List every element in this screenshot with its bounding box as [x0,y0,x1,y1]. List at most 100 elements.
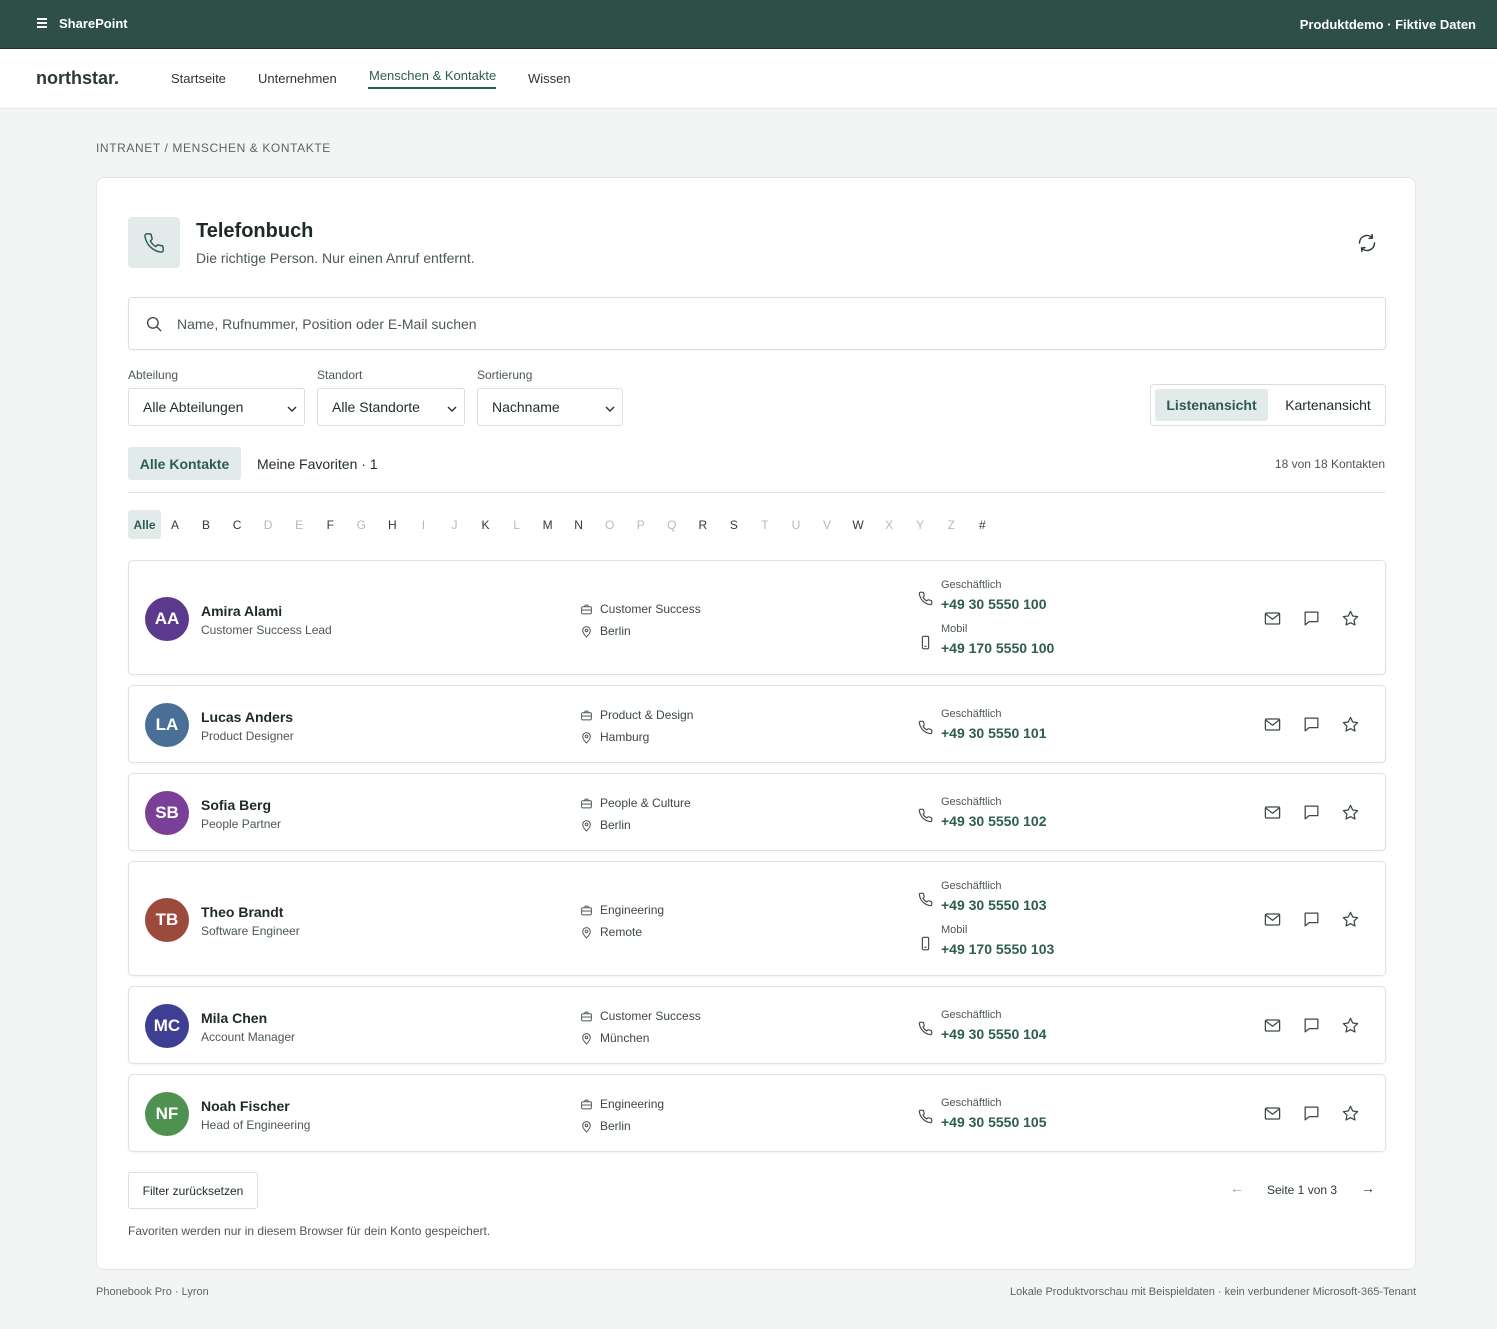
favorite-button[interactable] [1341,715,1361,735]
contact-name[interactable]: Theo Brandt [201,904,283,920]
alphabet-letter[interactable]: F [316,510,344,539]
alphabet-letter[interactable]: W [844,510,872,539]
chat-button[interactable] [1302,1104,1322,1124]
alphabet-letter: J [451,518,458,532]
alphabet-letter[interactable]: R [689,510,717,539]
chat-icon [1302,805,1321,826]
business-phone-label: Geschäftlich [941,880,1002,892]
alphabet-letter[interactable]: C [223,510,251,539]
site-logo[interactable]: northstar. [36,68,119,89]
favorite-button[interactable] [1341,609,1361,629]
favorite-button[interactable] [1341,1104,1361,1124]
alphabet-letter[interactable]: A [161,510,189,539]
business-phone[interactable]: Geschäftlich +49 30 5550 100 [918,579,1118,619]
alphabet-letter[interactable]: K [472,510,500,539]
contact-role: Customer Success Lead [201,622,332,637]
mobile-phone[interactable]: Mobil +49 170 5550 103 [918,924,1118,964]
briefcase-icon [580,1010,593,1026]
star-icon [1341,804,1360,826]
mobile-phone[interactable]: Mobil +49 170 5550 100 [918,623,1118,663]
briefcase-icon [580,797,593,813]
favorite-button[interactable] [1341,1016,1361,1036]
email-button[interactable] [1263,609,1283,629]
site-navigation: northstar. Startseite Unternehmen Mensch… [0,49,1497,109]
business-phone[interactable]: Geschäftlich +49 30 5550 102 [918,796,1118,836]
mobile-phone-number[interactable]: +49 170 5550 103 [941,941,1054,957]
alphabet-letter[interactable]: # [968,510,996,539]
avatar: TB [145,897,189,942]
favorites-note: Favoriten werden nur in diesem Browser f… [128,1224,491,1238]
contact-name[interactable]: Sofia Berg [201,797,271,813]
briefcase-icon [580,603,593,619]
chat-button[interactable] [1302,910,1322,930]
email-button[interactable] [1263,715,1283,735]
chat-icon [1302,611,1321,632]
business-phone-number[interactable]: +49 30 5550 102 [941,813,1047,829]
contact-name[interactable]: Mila Chen [201,1010,267,1026]
nav-unternehmen[interactable]: Unternehmen [258,71,337,86]
contact-role: Head of Engineering [201,1118,311,1132]
previous-page-button[interactable]: ← [1230,1180,1244,1196]
nav-wissen[interactable]: Wissen [528,71,571,86]
card-view-button[interactable]: Kartenansicht [1272,389,1384,421]
business-phone-number[interactable]: +49 30 5550 105 [941,1114,1047,1130]
email-button[interactable] [1263,1016,1283,1036]
business-phone[interactable]: Geschäftlich +49 30 5550 103 [918,880,1118,920]
reset-filters-button[interactable]: Filter zurücksetzen [128,1172,258,1209]
contact-name[interactable]: Amira Alami [201,603,282,619]
refresh-button[interactable] [1357,233,1377,253]
chat-button[interactable] [1302,715,1322,735]
alphabet-letter[interactable]: B [192,510,220,539]
contact-row[interactable]: NF Noah Fischer Head of Engineering Enginee… [128,1074,1386,1152]
mail-icon [1263,1019,1282,1039]
business-phone-number[interactable]: +49 30 5550 104 [941,1026,1047,1042]
contact-name[interactable]: Noah Fischer [201,1098,290,1114]
department-label: Customer Success [600,1009,701,1023]
business-phone[interactable]: Geschäftlich +49 30 5550 104 [918,1009,1118,1049]
chat-button[interactable] [1302,803,1322,823]
alphabet-letter[interactable]: H [378,510,406,539]
contact-row[interactable]: LA Lucas Anders Product Designer Product & … [128,685,1386,763]
alphabet-letter[interactable]: N [565,510,593,539]
suite-brand[interactable]: SharePoint [59,16,128,31]
search-input[interactable] [177,313,1357,335]
list-view-button[interactable]: Listenansicht [1155,389,1268,421]
location-label: Hamburg [600,730,650,744]
contact-row[interactable]: MC Mila Chen Account Manager Customer Succe… [128,986,1386,1064]
contact-name[interactable]: Lucas Anders [201,709,293,725]
alphabet-all[interactable]: Alle [128,510,161,539]
avatar: SB [145,791,189,835]
location-select[interactable]: Alle Standorte [317,388,465,426]
business-phone-number[interactable]: +49 30 5550 101 [941,725,1047,741]
department-select[interactable]: Alle Abteilungen [128,388,305,426]
app-launcher-icon[interactable] [37,18,47,28]
sort-select[interactable]: Nachname [477,388,623,426]
nav-startseite[interactable]: Startseite [171,71,226,86]
alphabet-letter[interactable]: S [720,510,748,539]
chat-button[interactable] [1302,609,1322,629]
contact-row[interactable]: AA Amira Alami Customer Success Lead Custom… [128,560,1386,675]
chat-button[interactable] [1302,1016,1322,1036]
tab-my-favorites[interactable]: Meine Favoriten · 1 [257,456,378,472]
business-phone-number[interactable]: +49 30 5550 100 [941,596,1047,612]
alphabet-letter: L [513,518,520,532]
search-icon [146,316,162,332]
next-page-button[interactable]: → [1361,1180,1375,1196]
contact-row[interactable]: SB Sofia Berg People Partner People & Cultu… [128,773,1386,851]
email-button[interactable] [1263,910,1283,930]
business-phone-number[interactable]: +49 30 5550 103 [941,897,1047,913]
favorite-button[interactable] [1341,803,1361,823]
contact-role: Account Manager [201,1030,296,1044]
contact-row[interactable]: TB Theo Brandt Software Engineer Engineerin… [128,861,1386,976]
nav-menschen-kontakte[interactable]: Menschen & Kontakte [369,68,496,83]
email-button[interactable] [1263,1104,1283,1124]
mobile-phone-number[interactable]: +49 170 5550 100 [941,640,1054,656]
business-phone[interactable]: Geschäftlich +49 30 5550 101 [918,708,1118,748]
alphabet-letter[interactable]: M [534,510,562,539]
business-phone[interactable]: Geschäftlich +49 30 5550 105 [918,1097,1118,1137]
tab-all-contacts[interactable]: Alle Kontakte [128,447,241,480]
favorite-button[interactable] [1341,910,1361,930]
map-pin-icon [580,1032,593,1048]
email-button[interactable] [1263,803,1283,823]
department-label: Engineering [600,1097,665,1111]
